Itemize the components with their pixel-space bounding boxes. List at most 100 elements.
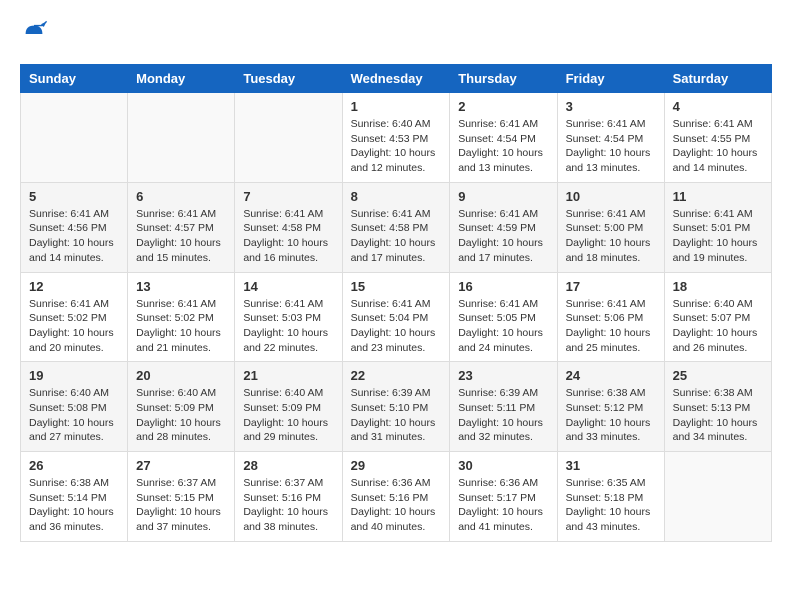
day-number: 23 <box>458 368 548 383</box>
header-saturday: Saturday <box>664 65 771 93</box>
calendar-cell: 6 Sunrise: 6:41 AMSunset: 4:57 PMDaylight… <box>128 182 235 272</box>
calendar-cell: 29 Sunrise: 6:36 AMSunset: 5:16 PMDayligh… <box>342 452 450 542</box>
calendar-cell: 30 Sunrise: 6:36 AMSunset: 5:17 PMDayligh… <box>450 452 557 542</box>
day-info: Sunrise: 6:38 AMSunset: 5:14 PMDaylight:… <box>29 476 119 535</box>
day-number: 22 <box>351 368 442 383</box>
day-info: Sunrise: 6:41 AMSunset: 5:05 PMDaylight:… <box>458 297 548 356</box>
day-info: Sunrise: 6:41 AMSunset: 4:57 PMDaylight:… <box>136 207 226 266</box>
day-number: 18 <box>673 279 763 294</box>
calendar-cell: 31 Sunrise: 6:35 AMSunset: 5:18 PMDayligh… <box>557 452 664 542</box>
day-info: Sunrise: 6:36 AMSunset: 5:16 PMDaylight:… <box>351 476 442 535</box>
calendar-cell: 24 Sunrise: 6:38 AMSunset: 5:12 PMDayligh… <box>557 362 664 452</box>
day-number: 6 <box>136 189 226 204</box>
calendar-header-row: Sunday Monday Tuesday Wednesday Thursday… <box>21 65 772 93</box>
calendar-cell: 2 Sunrise: 6:41 AMSunset: 4:54 PMDaylight… <box>450 93 557 183</box>
day-number: 20 <box>136 368 226 383</box>
day-number: 3 <box>566 99 656 114</box>
day-number: 27 <box>136 458 226 473</box>
day-number: 29 <box>351 458 442 473</box>
header-friday: Friday <box>557 65 664 93</box>
day-info: Sunrise: 6:38 AMSunset: 5:12 PMDaylight:… <box>566 386 656 445</box>
calendar-week-row: 26 Sunrise: 6:38 AMSunset: 5:14 PMDayligh… <box>21 452 772 542</box>
day-number: 19 <box>29 368 119 383</box>
day-number: 14 <box>243 279 333 294</box>
calendar-cell: 14 Sunrise: 6:41 AMSunset: 5:03 PMDayligh… <box>235 272 342 362</box>
day-number: 17 <box>566 279 656 294</box>
day-info: Sunrise: 6:41 AMSunset: 4:56 PMDaylight:… <box>29 207 119 266</box>
day-number: 21 <box>243 368 333 383</box>
calendar-cell: 9Sunrise: 6:41 AMSunset: 4:59 PMDaylight… <box>450 182 557 272</box>
calendar-cell: 17 Sunrise: 6:41 AMSunset: 5:06 PMDayligh… <box>557 272 664 362</box>
calendar-cell: 15 Sunrise: 6:41 AMSunset: 5:04 PMDayligh… <box>342 272 450 362</box>
day-info: Sunrise: 6:39 AMSunset: 5:10 PMDaylight:… <box>351 386 442 445</box>
day-number: 26 <box>29 458 119 473</box>
calendar-week-row: 5 Sunrise: 6:41 AMSunset: 4:56 PMDaylight… <box>21 182 772 272</box>
day-number: 30 <box>458 458 548 473</box>
calendar-cell: 10 Sunrise: 6:41 AMSunset: 5:00 PMDayligh… <box>557 182 664 272</box>
calendar-cell: 28 Sunrise: 6:37 AMSunset: 5:16 PMDayligh… <box>235 452 342 542</box>
day-info: Sunrise: 6:40 AMSunset: 4:53 PMDaylight:… <box>351 117 442 176</box>
calendar-cell: 4 Sunrise: 6:41 AMSunset: 4:55 PMDaylight… <box>664 93 771 183</box>
day-info: Sunrise: 6:41 AMSunset: 5:00 PMDaylight:… <box>566 207 656 266</box>
day-number: 15 <box>351 279 442 294</box>
calendar-cell <box>235 93 342 183</box>
day-info: Sunrise: 6:41 AMSunset: 4:54 PMDaylight:… <box>458 117 548 176</box>
calendar-cell: 20 Sunrise: 6:40 AMSunset: 5:09 PMDayligh… <box>128 362 235 452</box>
day-number: 25 <box>673 368 763 383</box>
day-info: Sunrise: 6:41 AMSunset: 4:54 PMDaylight:… <box>566 117 656 176</box>
calendar-cell <box>21 93 128 183</box>
page-header <box>20 20 772 48</box>
day-number: 5 <box>29 189 119 204</box>
day-info: Sunrise: 6:41 AMSunset: 4:55 PMDaylight:… <box>673 117 763 176</box>
calendar-cell: 5 Sunrise: 6:41 AMSunset: 4:56 PMDaylight… <box>21 182 128 272</box>
calendar-cell: 3 Sunrise: 6:41 AMSunset: 4:54 PMDaylight… <box>557 93 664 183</box>
calendar-cell: 7Sunrise: 6:41 AMSunset: 4:58 PMDaylight… <box>235 182 342 272</box>
calendar-cell: 18 Sunrise: 6:40 AMSunset: 5:07 PMDayligh… <box>664 272 771 362</box>
calendar-cell: 8 Sunrise: 6:41 AMSunset: 4:58 PMDaylight… <box>342 182 450 272</box>
day-number: 8 <box>351 189 442 204</box>
calendar-cell: 16 Sunrise: 6:41 AMSunset: 5:05 PMDayligh… <box>450 272 557 362</box>
calendar-week-row: 1 Sunrise: 6:40 AMSunset: 4:53 PMDaylight… <box>21 93 772 183</box>
day-info: Sunrise: 6:37 AMSunset: 5:16 PMDaylight:… <box>243 476 333 535</box>
day-info: Sunrise: 6:35 AMSunset: 5:18 PMDaylight:… <box>566 476 656 535</box>
day-info: Sunrise: 6:37 AMSunset: 5:15 PMDaylight:… <box>136 476 226 535</box>
day-number: 13 <box>136 279 226 294</box>
calendar-week-row: 12Sunrise: 6:41 AMSunset: 5:02 PMDayligh… <box>21 272 772 362</box>
day-info: Sunrise: 6:41 AMSunset: 5:01 PMDaylight:… <box>673 207 763 266</box>
day-info: Sunrise: 6:41 AMSunset: 4:58 PMDaylight:… <box>243 207 333 266</box>
day-info: Sunrise: 6:36 AMSunset: 5:17 PMDaylight:… <box>458 476 548 535</box>
calendar-cell: 11Sunrise: 6:41 AMSunset: 5:01 PMDayligh… <box>664 182 771 272</box>
day-info: Sunrise: 6:41 AMSunset: 5:02 PMDaylight:… <box>29 297 119 356</box>
day-info: Sunrise: 6:41 AMSunset: 5:03 PMDaylight:… <box>243 297 333 356</box>
calendar-week-row: 19 Sunrise: 6:40 AMSunset: 5:08 PMDayligh… <box>21 362 772 452</box>
header-tuesday: Tuesday <box>235 65 342 93</box>
day-number: 1 <box>351 99 442 114</box>
calendar-cell: 25Sunrise: 6:38 AMSunset: 5:13 PMDayligh… <box>664 362 771 452</box>
day-number: 28 <box>243 458 333 473</box>
day-info: Sunrise: 6:40 AMSunset: 5:09 PMDaylight:… <box>136 386 226 445</box>
day-number: 16 <box>458 279 548 294</box>
calendar-cell: 19 Sunrise: 6:40 AMSunset: 5:08 PMDayligh… <box>21 362 128 452</box>
calendar-cell: 26 Sunrise: 6:38 AMSunset: 5:14 PMDayligh… <box>21 452 128 542</box>
header-monday: Monday <box>128 65 235 93</box>
calendar-cell: 23Sunrise: 6:39 AMSunset: 5:11 PMDayligh… <box>450 362 557 452</box>
day-number: 2 <box>458 99 548 114</box>
day-info: Sunrise: 6:41 AMSunset: 4:58 PMDaylight:… <box>351 207 442 266</box>
calendar-cell: 22 Sunrise: 6:39 AMSunset: 5:10 PMDayligh… <box>342 362 450 452</box>
day-info: Sunrise: 6:40 AMSunset: 5:07 PMDaylight:… <box>673 297 763 356</box>
day-info: Sunrise: 6:41 AMSunset: 5:06 PMDaylight:… <box>566 297 656 356</box>
calendar-cell: 12Sunrise: 6:41 AMSunset: 5:02 PMDayligh… <box>21 272 128 362</box>
day-number: 24 <box>566 368 656 383</box>
day-info: Sunrise: 6:41 AMSunset: 5:02 PMDaylight:… <box>136 297 226 356</box>
calendar-table: Sunday Monday Tuesday Wednesday Thursday… <box>20 64 772 542</box>
day-number: 9 <box>458 189 548 204</box>
calendar-cell: 27 Sunrise: 6:37 AMSunset: 5:15 PMDayligh… <box>128 452 235 542</box>
day-info: Sunrise: 6:40 AMSunset: 5:08 PMDaylight:… <box>29 386 119 445</box>
header-thursday: Thursday <box>450 65 557 93</box>
day-number: 4 <box>673 99 763 114</box>
day-info: Sunrise: 6:41 AMSunset: 5:04 PMDaylight:… <box>351 297 442 356</box>
day-number: 10 <box>566 189 656 204</box>
calendar-cell <box>128 93 235 183</box>
calendar-cell <box>664 452 771 542</box>
day-number: 31 <box>566 458 656 473</box>
